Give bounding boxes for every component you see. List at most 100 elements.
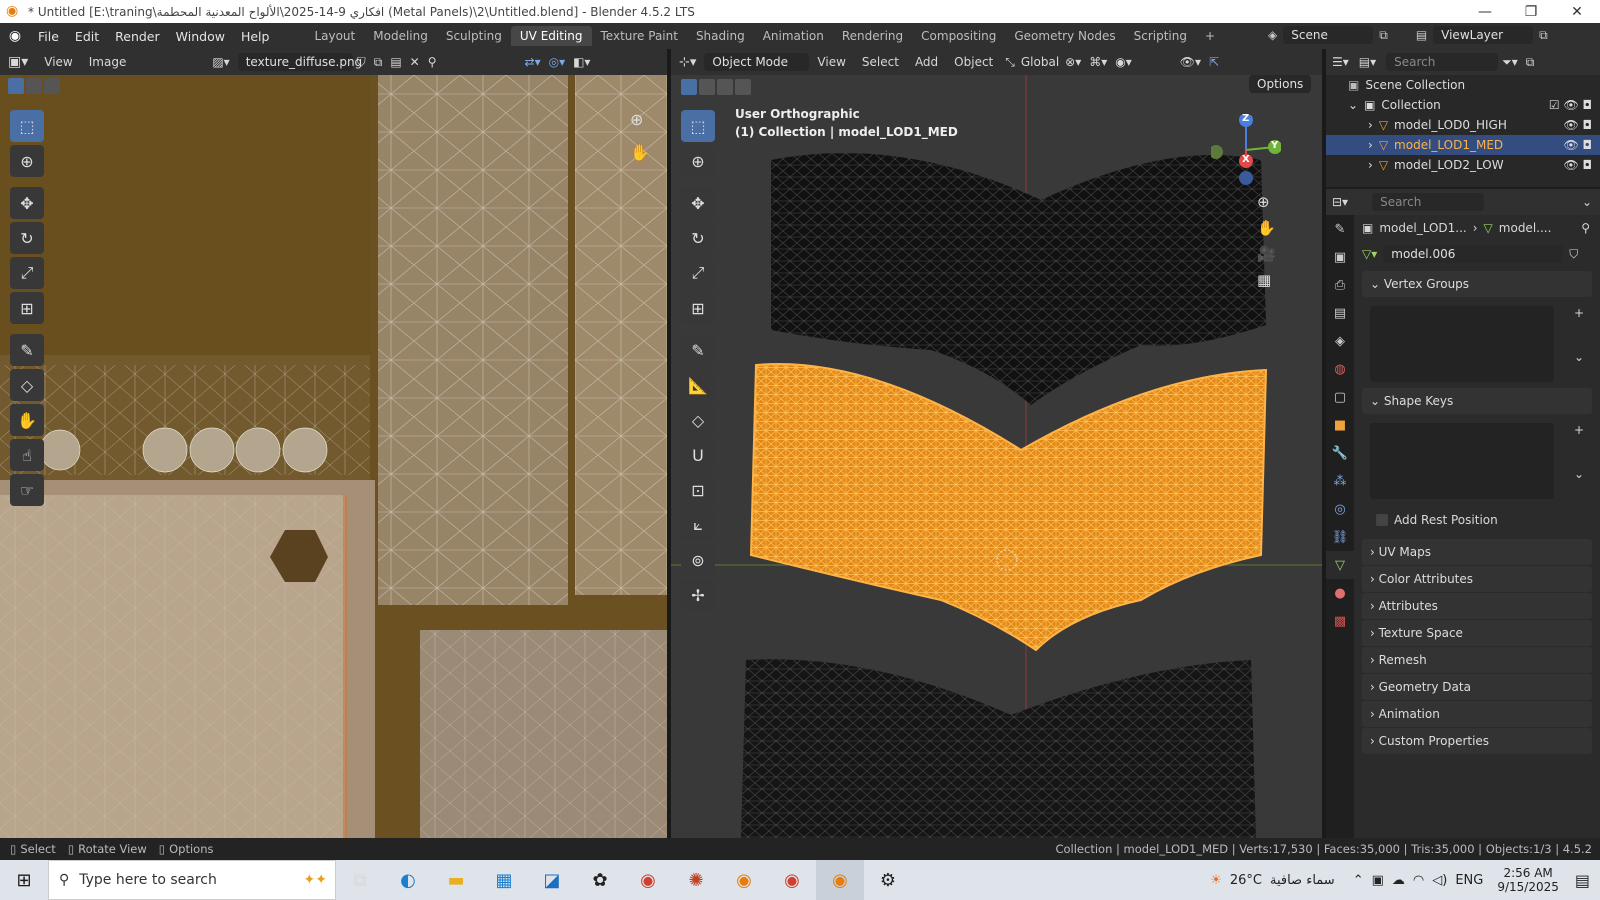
lod0-visibility-icon[interactable]: 👁 ◘ bbox=[1563, 118, 1592, 132]
maximize-button[interactable]: ❐ bbox=[1508, 0, 1554, 23]
tab-texture-paint[interactable]: Texture Paint bbox=[592, 26, 687, 46]
texture-tab-icon[interactable]: ▩ bbox=[1326, 607, 1354, 635]
blender-menu-icon[interactable]: ◉ bbox=[0, 28, 30, 44]
vp-rotate-tool-icon[interactable]: ↻ bbox=[681, 222, 715, 254]
add-rest-position-row[interactable]: Add Rest Position bbox=[1376, 507, 1600, 533]
uv-editor-canvas[interactable]: ⬚ ⊕ ✥ ↻ ⤢ ⊞ ✎ ◇ ✋ ☝ ☞ ⊕ ✋ bbox=[0, 75, 667, 838]
editor-type-3d-icon[interactable]: ⊹▾ bbox=[671, 55, 704, 70]
store-icon[interactable]: ▦ bbox=[480, 860, 528, 900]
material-tab-icon[interactable]: ● bbox=[1326, 579, 1354, 607]
new-collection-icon[interactable]: ⧉ bbox=[1522, 55, 1539, 70]
vp-select-box-tool-icon[interactable]: ⬚ bbox=[681, 110, 715, 142]
unlink-image-icon[interactable]: ✕ bbox=[406, 55, 424, 69]
tray-chevron-icon[interactable]: ⌃ bbox=[1353, 873, 1364, 888]
particles-tab-icon[interactable]: ⁂ bbox=[1326, 467, 1354, 495]
tray-app-icon[interactable]: ▣ bbox=[1372, 873, 1384, 888]
tab-animation[interactable]: Animation bbox=[754, 26, 833, 46]
panel-custom-properties[interactable]: › Custom Properties bbox=[1362, 728, 1592, 754]
expand-chevron-icon[interactable]: ⌄ bbox=[1348, 98, 1358, 112]
tool-tab-icon[interactable]: ✎ bbox=[1326, 215, 1354, 243]
editor-type-icon[interactable]: ▣▾ bbox=[0, 54, 36, 70]
vp-scale-tool-icon[interactable]: ⤢ bbox=[681, 257, 715, 289]
transform-tool-icon[interactable]: ⊞ bbox=[10, 292, 44, 324]
menu-help[interactable]: Help bbox=[233, 29, 278, 44]
snap-icon[interactable]: ⌘▾ bbox=[1085, 55, 1111, 69]
tab-modeling[interactable]: Modeling bbox=[364, 26, 437, 46]
windows-start-icon[interactable]: ⊞ bbox=[0, 860, 48, 900]
object-tab-icon[interactable]: ■ bbox=[1326, 411, 1354, 439]
viewport-extra-select-icon[interactable] bbox=[735, 79, 751, 95]
mesh-name-field[interactable]: model.006 bbox=[1383, 245, 1564, 263]
3d-viewport[interactable]: User Orthographic (1) Collection | model… bbox=[671, 75, 1322, 838]
pin-properties-icon[interactable]: ⚲ bbox=[1581, 221, 1590, 235]
outliner-item-lod0[interactable]: › ▽ model_LOD0_HIGH 👁 ◘ bbox=[1326, 115, 1600, 135]
pan-hand-icon[interactable]: ✋ bbox=[630, 143, 650, 162]
pinch-tool-icon[interactable]: ☞ bbox=[10, 474, 44, 506]
outliner-item-lod1[interactable]: › ▽ model_LOD1_MED 👁 ◘ bbox=[1326, 135, 1600, 155]
viewport-camera-icon[interactable]: 🎥 bbox=[1257, 245, 1276, 263]
menu-file[interactable]: File bbox=[30, 29, 67, 44]
orientation-selector[interactable]: Global bbox=[1019, 55, 1061, 69]
minimize-button[interactable]: — bbox=[1462, 0, 1508, 23]
fake-user-shield-icon[interactable]: ⛉ bbox=[1569, 247, 1578, 262]
annotate-tool-icon[interactable]: ✎ bbox=[10, 334, 44, 366]
add-rest-position-checkbox[interactable] bbox=[1376, 514, 1388, 526]
view-layer-tab-icon[interactable]: ▤ bbox=[1326, 299, 1354, 327]
rip-tool-icon[interactable]: ◇ bbox=[10, 369, 44, 401]
settings-icon[interactable]: ⚙ bbox=[864, 860, 912, 900]
panel-animation[interactable]: › Animation bbox=[1362, 701, 1592, 727]
scale-tool-icon[interactable]: ⤢ bbox=[10, 257, 44, 289]
panel-shape-keys[interactable]: ⌄ Shape Keys bbox=[1362, 388, 1592, 414]
viewport-view-menu[interactable]: View bbox=[809, 55, 853, 69]
image-name-field[interactable]: texture_diffuse.png bbox=[237, 53, 362, 71]
outliner-filter-icon[interactable]: ⏷▾ bbox=[1498, 55, 1522, 70]
shape-key-menu-icon[interactable]: ⌄ bbox=[1574, 467, 1584, 481]
add-workspace-button[interactable]: + bbox=[1196, 26, 1224, 46]
options-button[interactable]: Options bbox=[1249, 75, 1312, 93]
vp-knife-tool-icon[interactable]: ⟀ bbox=[681, 509, 715, 541]
panel-remesh[interactable]: › Remesh bbox=[1362, 647, 1592, 673]
properties-search-input[interactable]: Search bbox=[1372, 193, 1485, 211]
mode-selector[interactable]: Object Mode bbox=[704, 53, 810, 71]
new-viewlayer-icon[interactable]: ⧉ bbox=[1539, 28, 1548, 43]
tab-shading[interactable]: Shading bbox=[687, 26, 754, 46]
viewport-pan-icon[interactable]: ✋ bbox=[1257, 219, 1276, 237]
vertex-group-menu-icon[interactable]: ⌄ bbox=[1574, 350, 1584, 364]
collection-tab-icon[interactable]: ▢ bbox=[1326, 383, 1354, 411]
fake-user-icon[interactable]: ⛉ bbox=[353, 55, 370, 70]
vp-shrink-tool-icon[interactable]: ⊚ bbox=[681, 544, 715, 576]
lod2-visibility-icon[interactable]: 👁 ◘ bbox=[1563, 158, 1592, 172]
rotate-tool-icon[interactable]: ↻ bbox=[10, 222, 44, 254]
close-button[interactable]: ✕ bbox=[1554, 0, 1600, 23]
cloud-icon[interactable]: ☁ bbox=[1392, 873, 1405, 888]
modifier-tab-icon[interactable]: 🔧 bbox=[1326, 439, 1354, 467]
uv-image-menu[interactable]: Image bbox=[81, 55, 135, 69]
navigation-gizmo[interactable]: Z Y X bbox=[1209, 113, 1282, 185]
vp-extrude-tool-icon[interactable]: ⊡ bbox=[681, 474, 715, 506]
menu-render[interactable]: Render bbox=[107, 29, 168, 44]
grab-tool-icon[interactable]: ✋ bbox=[10, 404, 44, 436]
weather-icon[interactable]: ☀ bbox=[1210, 873, 1222, 888]
shape-keys-list[interactable] bbox=[1370, 423, 1554, 499]
menu-window[interactable]: Window bbox=[168, 29, 233, 44]
expand-arrow-icon[interactable]: › bbox=[1368, 158, 1373, 172]
pin-icon[interactable]: ⚲ bbox=[424, 55, 441, 69]
display-channels-icon[interactable]: ◧▾ bbox=[569, 55, 594, 69]
edge-select-icon[interactable] bbox=[26, 78, 42, 94]
language-indicator[interactable]: ENG bbox=[1455, 873, 1483, 888]
expand-arrow-icon[interactable]: › bbox=[1368, 138, 1373, 152]
vp-cursor-tool-icon[interactable]: ⊕ bbox=[681, 145, 715, 177]
data-tab-icon[interactable]: ▽ bbox=[1326, 551, 1354, 579]
collection-checkbox-icon[interactable]: ☑ 👁 ◘ bbox=[1549, 98, 1592, 112]
volume-icon[interactable]: ◁) bbox=[1432, 873, 1447, 888]
vp-uv-tool-icon[interactable]: U bbox=[681, 439, 715, 471]
task-view-icon[interactable]: ⧉ bbox=[336, 860, 384, 900]
face-select-icon[interactable] bbox=[44, 78, 60, 94]
viewport-object-menu[interactable]: Object bbox=[946, 55, 1001, 69]
panel-uv-maps[interactable]: › UV Maps bbox=[1362, 539, 1592, 565]
tab-sculpting[interactable]: Sculpting bbox=[437, 26, 511, 46]
add-vertex-group-icon[interactable]: + bbox=[1574, 306, 1584, 320]
lod1-visibility-icon[interactable]: 👁 ◘ bbox=[1563, 138, 1592, 152]
cursor-tool-icon[interactable]: ⊕ bbox=[10, 145, 44, 177]
viewport-zoom-icon[interactable]: ⊕ bbox=[1257, 193, 1276, 211]
